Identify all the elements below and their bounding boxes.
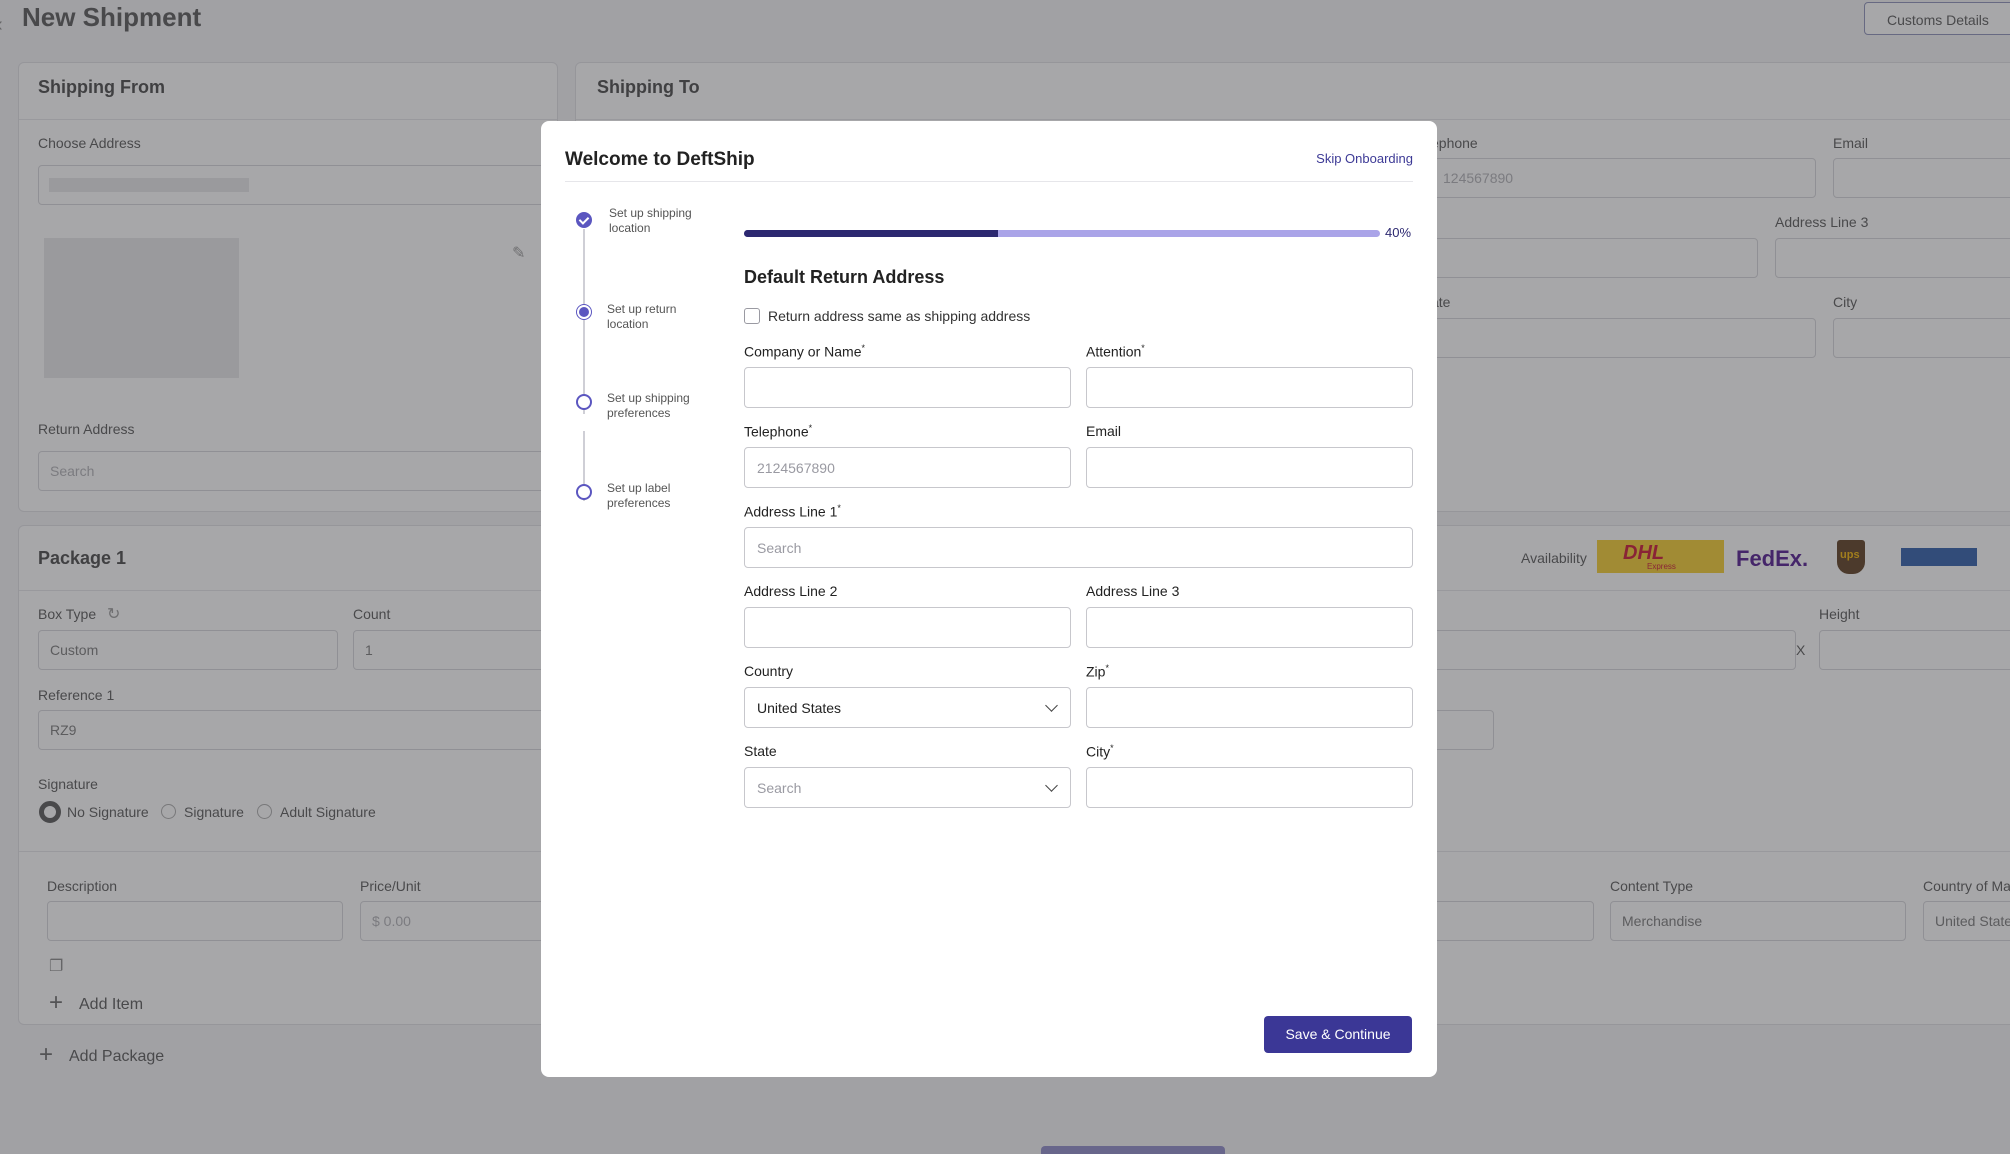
city-input[interactable] — [1086, 767, 1413, 808]
same-as-shipping-checkbox[interactable] — [744, 308, 760, 324]
step-1-label: Set up shipping location — [609, 206, 692, 235]
onboarding-modal: Welcome to DeftShip Skip Onboarding Set … — [541, 121, 1437, 1077]
address-line1-label: Address Line 1* — [744, 503, 841, 520]
state-label: State — [744, 743, 777, 759]
save-continue-button[interactable]: Save & Continue — [1264, 1016, 1412, 1053]
telephone-label: Telephone* — [744, 423, 813, 440]
step-active-dot-icon — [576, 304, 592, 320]
step-pending-circle-icon — [576, 394, 592, 410]
progress-percent: 40% — [1385, 225, 1412, 240]
state-placeholder: Search — [757, 780, 802, 796]
country-select[interactable]: United States — [744, 687, 1071, 728]
modal-title: Welcome to DeftShip — [565, 149, 755, 170]
address-line1-search[interactable]: Search — [744, 527, 1413, 568]
same-as-shipping-label: Return address same as shipping address — [768, 308, 1031, 324]
city-label: City* — [1086, 743, 1114, 760]
company-input[interactable] — [744, 367, 1071, 408]
step-4-label: Set up label preferences — [607, 481, 671, 510]
step-3-label: Set up shipping preferences — [607, 391, 690, 420]
stepper-line — [583, 229, 585, 414]
address-line3-label: Address Line 3 — [1086, 583, 1180, 599]
address-line2-label: Address Line 2 — [744, 583, 838, 599]
step-pending-circle-icon — [576, 484, 592, 500]
address-line3-input[interactable] — [1086, 607, 1413, 648]
attention-label: Attention* — [1086, 343, 1145, 360]
state-select[interactable]: Search — [744, 767, 1071, 808]
step-2-label: Set up return location — [607, 302, 677, 331]
zip-label: Zip* — [1086, 663, 1109, 680]
address-line2-input[interactable] — [744, 607, 1071, 648]
country-label: Country — [744, 663, 794, 679]
attention-input[interactable] — [1086, 367, 1413, 408]
telephone-input[interactable]: 2124567890 — [744, 447, 1071, 488]
modal-divider — [565, 181, 1413, 182]
chevron-down-icon — [1045, 779, 1058, 792]
email-input[interactable] — [1086, 447, 1413, 488]
chevron-down-icon — [1045, 699, 1058, 712]
zip-input[interactable] — [1086, 687, 1413, 728]
email-label: Email — [1086, 423, 1122, 439]
skip-onboarding-link[interactable]: Skip Onboarding — [1316, 151, 1413, 166]
progress-bar-fill — [744, 230, 999, 237]
section-title: Default Return Address — [744, 267, 945, 287]
company-label: Company or Name* — [744, 343, 866, 360]
country-value: United States — [757, 700, 842, 716]
step-done-check-icon — [576, 212, 592, 228]
progress-bar — [744, 230, 1380, 237]
